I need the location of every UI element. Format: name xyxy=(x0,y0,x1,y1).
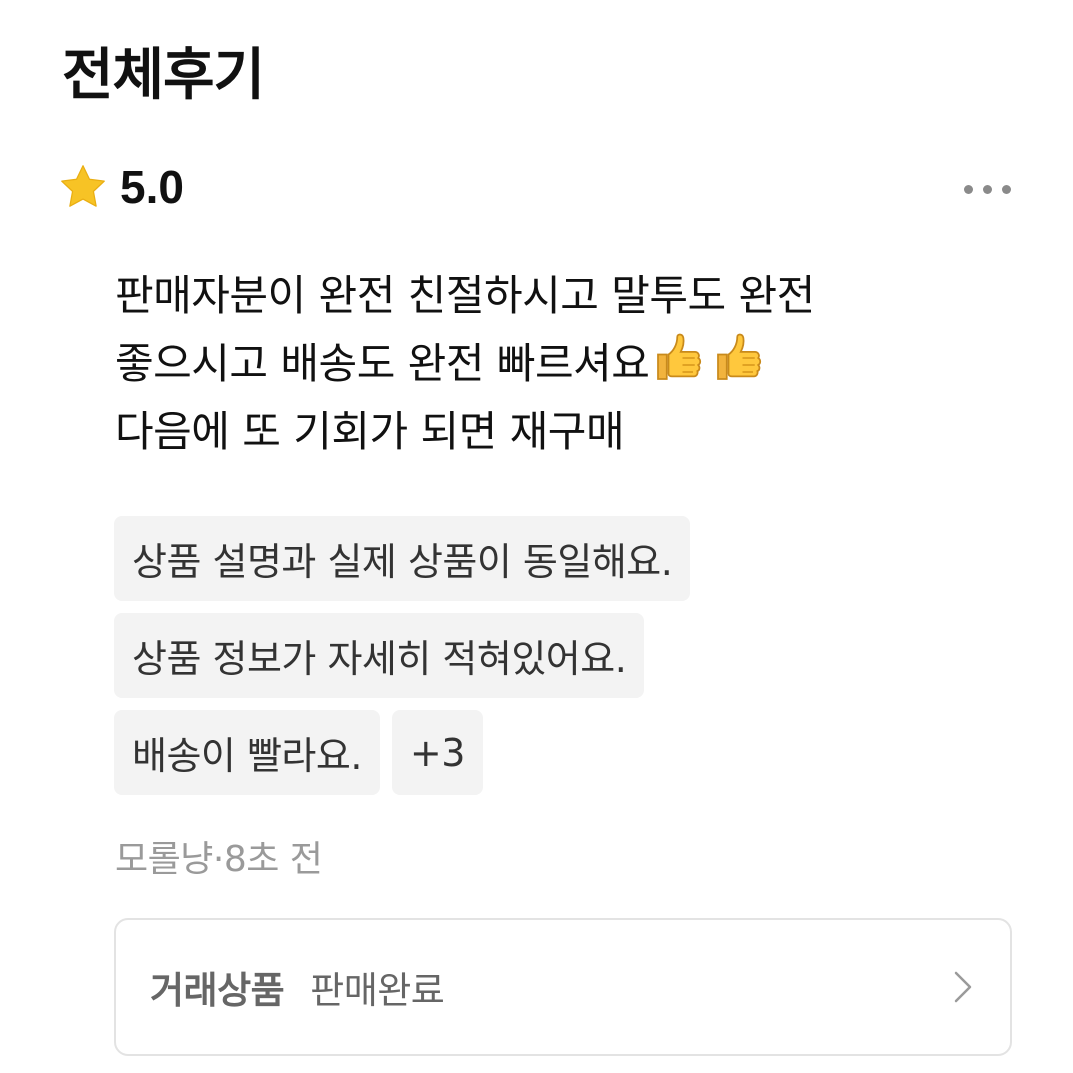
review-text-line: 좋으시고 배송도 완전 빠르셔요 xyxy=(115,330,1015,398)
thumbs-up-icon xyxy=(657,333,702,380)
star-icon xyxy=(61,165,105,207)
review-time: 8초 전 xyxy=(223,839,323,880)
more-options-icon[interactable] xyxy=(964,180,1011,198)
page-title: 전체후기 xyxy=(62,43,265,108)
review-tags: 상품 설명과 실제 상품이 동일해요. 상품 정보가 자세히 적혀있어요. 배송… xyxy=(114,516,691,795)
rating-row: 5.0 xyxy=(58,160,184,214)
author-name[interactable]: 모롤냥 xyxy=(115,839,213,880)
review-tag: 상품 정보가 자세히 적혀있어요. xyxy=(114,613,645,698)
review-text-line: 판매자분이 완전 친절하시고 말투도 완전 xyxy=(115,271,815,320)
review-meta: 모롤냥·8초 전 xyxy=(115,830,323,882)
chevron-right-icon xyxy=(954,971,972,1003)
traded-product-status: 판매완료 xyxy=(310,969,445,1012)
review-text-line: 다음에 또 기회가 되면 재구매 xyxy=(115,407,625,456)
thumbs-up-icon xyxy=(717,333,762,380)
rating-score: 5.0 xyxy=(120,161,184,213)
traded-product-card[interactable]: 거래상품 판매완료 xyxy=(114,918,1012,1056)
review-tag: 배송이 빨라요. xyxy=(114,710,380,795)
review-page: 전체후기 5.0 판매자분이 완전 친절하시고 말투도 완전 좋으시고 배송도 … xyxy=(0,0,1073,1073)
more-tags-button[interactable]: +3 xyxy=(391,710,483,795)
review-text: 판매자분이 완전 친절하시고 말투도 완전 좋으시고 배송도 완전 빠르셔요 다… xyxy=(115,262,1015,466)
traded-product-label: 거래상품 xyxy=(150,969,285,1012)
review-tag: 상품 설명과 실제 상품이 동일해요. xyxy=(114,516,691,601)
thumbs-up-emojis xyxy=(651,330,767,386)
meta-separator: · xyxy=(212,839,224,880)
